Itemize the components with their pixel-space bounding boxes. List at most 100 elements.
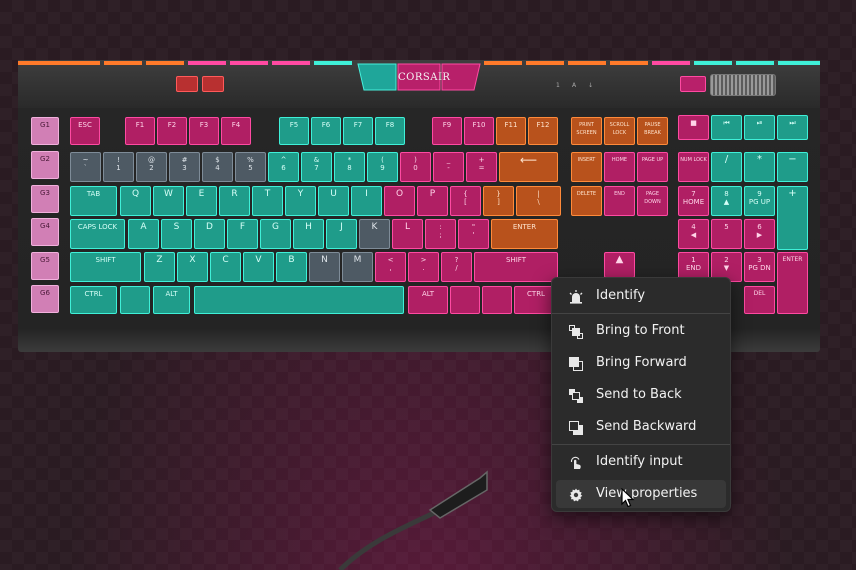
key-row-a-5[interactable]: H xyxy=(293,219,324,249)
key-number-8[interactable]: * 8 xyxy=(334,152,365,182)
key-row-a-6[interactable]: J xyxy=(326,219,357,249)
key-f4[interactable]: F4 xyxy=(221,117,251,145)
key-row-z-7[interactable]: <, xyxy=(375,252,406,282)
key-row-a-10[interactable]: " ' xyxy=(458,219,489,249)
key-right-shift[interactable]: SHIFT xyxy=(474,252,558,282)
key-row-q-4[interactable]: T xyxy=(252,186,283,216)
key-f5[interactable]: F5 xyxy=(279,117,309,145)
key-number-9[interactable]: (9 xyxy=(367,152,398,182)
key-number-11[interactable]: _ - xyxy=(433,152,464,182)
key-f7[interactable]: F7 xyxy=(343,117,373,145)
key-num-multiply[interactable]: * xyxy=(744,152,775,182)
headset-device[interactable] xyxy=(330,470,510,570)
key-left-win[interactable] xyxy=(120,286,150,314)
key-row-z-1[interactable]: X xyxy=(177,252,208,282)
key-row-a-4[interactable]: G xyxy=(260,219,291,249)
key-number-0[interactable]: ~ ` xyxy=(70,152,101,182)
key-number-5[interactable]: % 5 xyxy=(235,152,266,182)
key-num-lock[interactable]: NUM LOCK xyxy=(678,152,709,182)
menu-item-identify[interactable]: Identify xyxy=(556,282,726,310)
key-insert[interactable]: INSERT xyxy=(571,152,602,182)
menu-item-identify-input[interactable]: Identify input xyxy=(556,448,726,476)
key-page-up[interactable]: PAGE UP xyxy=(637,152,668,182)
key-tab[interactable]: TAB xyxy=(70,186,117,216)
key-row-z-2[interactable]: C xyxy=(210,252,241,282)
key-f12[interactable]: F12 xyxy=(528,117,558,145)
key-menu[interactable] xyxy=(482,286,512,314)
macro-key-g1[interactable]: G1 xyxy=(31,117,59,145)
media-key-2[interactable]: ⏯ xyxy=(744,115,775,140)
key-num-dot[interactable]: DEL xyxy=(744,286,775,314)
key-f6[interactable]: F6 xyxy=(311,117,341,145)
menu-item-bring-forward[interactable]: Bring Forward xyxy=(556,349,726,377)
key-number-2[interactable]: @2 xyxy=(136,152,167,182)
key-number-10[interactable]: ) 0 xyxy=(400,152,431,182)
key-f9[interactable]: F9 xyxy=(432,117,462,145)
key-end[interactable]: END xyxy=(604,186,635,216)
key-f1[interactable]: F1 xyxy=(125,117,155,145)
key-row-q-11[interactable]: }] xyxy=(483,186,514,216)
macro-key-g2[interactable]: G2 xyxy=(31,151,59,179)
key-row-a-9[interactable]: :; xyxy=(425,219,456,249)
media-key-0[interactable]: ■ xyxy=(678,115,709,140)
macro-record-button[interactable] xyxy=(176,76,198,92)
profile-button[interactable] xyxy=(202,76,224,92)
key-row-q-6[interactable]: U xyxy=(318,186,349,216)
key-row-q-0[interactable]: Q xyxy=(120,186,151,216)
media-key-3[interactable]: ⏭ xyxy=(777,115,808,140)
key-row-a-7[interactable]: K xyxy=(359,219,390,249)
key-num-6[interactable]: 6 ▶ xyxy=(744,219,775,249)
menu-item-bring-to-front[interactable]: Bring to Front xyxy=(556,317,726,345)
key-row-a-3[interactable]: F xyxy=(227,219,258,249)
key-row-z-9[interactable]: ? / xyxy=(441,252,472,282)
key-left-ctrl[interactable]: CTRL xyxy=(70,286,117,314)
key-row-q-10[interactable]: {[ xyxy=(450,186,481,216)
key-num-divide[interactable]: / xyxy=(711,152,742,182)
key-num-9[interactable]: 9 PG UP xyxy=(744,186,775,216)
key-number-7[interactable]: & 7 xyxy=(301,152,332,182)
key-row-a-0[interactable]: A xyxy=(128,219,159,249)
key-number-6[interactable]: ^ 6 xyxy=(268,152,299,182)
key-num-enter[interactable]: ENTER xyxy=(777,252,808,314)
key-row-q-3[interactable]: R xyxy=(219,186,250,216)
key-row-q-8[interactable]: O xyxy=(384,186,415,216)
key-arrow-up[interactable]: ▲ xyxy=(604,252,635,278)
key-page-down[interactable]: PAGE DOWN xyxy=(637,186,668,216)
key-home[interactable]: HOME xyxy=(604,152,635,182)
key-esc[interactable]: ESC xyxy=(70,117,100,145)
key-row-q-5[interactable]: Y xyxy=(285,186,316,216)
menu-item-view-properties[interactable]: View properties xyxy=(556,480,726,508)
key-right-alt[interactable]: ALT xyxy=(408,286,448,314)
macro-key-g6[interactable]: G6 xyxy=(31,285,59,313)
key-f10[interactable]: F10 xyxy=(464,117,494,145)
key-num-4[interactable]: 4 ◀ xyxy=(678,219,709,249)
key-row-z-0[interactable]: Z xyxy=(144,252,175,282)
mute-button[interactable] xyxy=(680,76,706,92)
key-left-shift[interactable]: SHIFT xyxy=(70,252,141,282)
key-number-1[interactable]: ! 1 xyxy=(103,152,134,182)
key-row-q-2[interactable]: E xyxy=(186,186,217,216)
key-right-win[interactable] xyxy=(450,286,480,314)
key-row-z-3[interactable]: V xyxy=(243,252,274,282)
key-row-a-1[interactable]: S xyxy=(161,219,192,249)
macro-key-g4[interactable]: G4 xyxy=(31,218,59,246)
key-num-8[interactable]: 8 ▲ xyxy=(711,186,742,216)
media-key-1[interactable]: ⏮ xyxy=(711,115,742,140)
key-delete[interactable]: DELETE xyxy=(571,186,602,216)
key-number-12[interactable]: + = xyxy=(466,152,497,182)
key-row-q-1[interactable]: W xyxy=(153,186,184,216)
key-row-q-12[interactable]: | \ xyxy=(516,186,561,216)
key-space[interactable] xyxy=(194,286,404,314)
key-f8[interactable]: F8 xyxy=(375,117,405,145)
menu-item-send-to-back[interactable]: Send to Back xyxy=(556,381,726,409)
key-num-5[interactable]: 5 xyxy=(711,219,742,249)
key-row-a-2[interactable]: D xyxy=(194,219,225,249)
key-num-plus[interactable]: + xyxy=(777,186,808,250)
key-print-screen[interactable]: PRINT SCREEN xyxy=(571,117,602,145)
key-number-3[interactable]: #3 xyxy=(169,152,200,182)
key-caps-lock[interactable]: CAPS LOCK xyxy=(70,219,125,249)
key-row-z-4[interactable]: B xyxy=(276,252,307,282)
menu-item-send-backward[interactable]: Send Backward xyxy=(556,413,726,441)
key-num-3[interactable]: 3 PG DN xyxy=(744,252,775,282)
key-row-q-9[interactable]: P xyxy=(417,186,448,216)
